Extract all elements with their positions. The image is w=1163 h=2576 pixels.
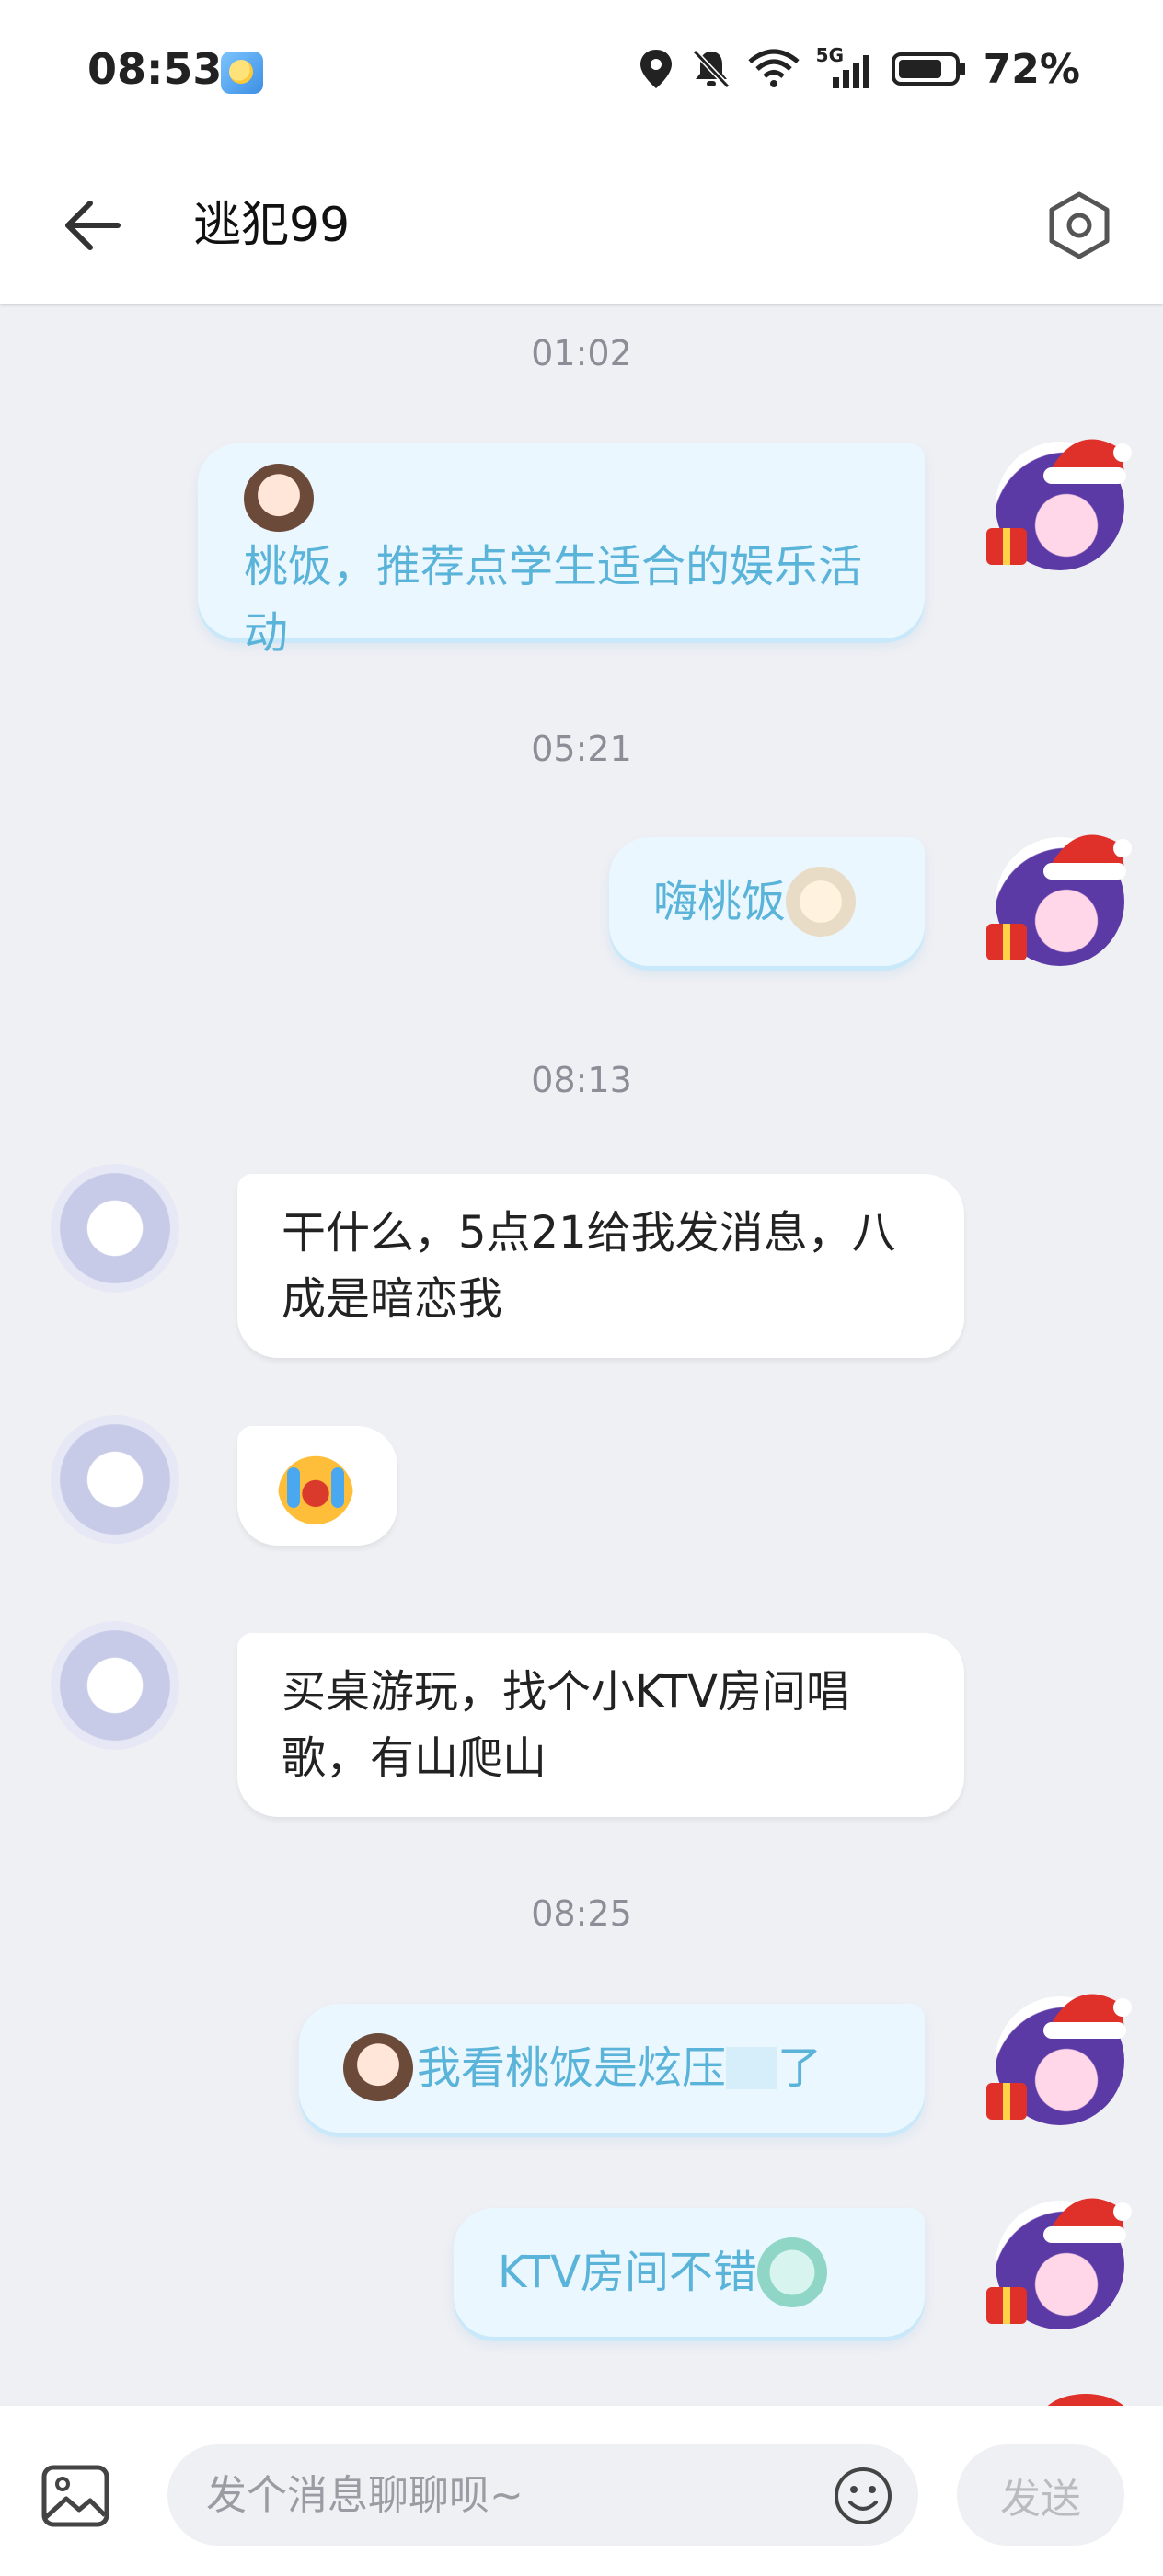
message-timestamp: 08:13: [531, 1060, 632, 1100]
anime-girl-sticker-icon: [786, 867, 857, 937]
message-text: 桃饭，推荐点学生适合的娱乐活动: [244, 541, 863, 659]
status-bar: 08:53 5G 72%: [0, 0, 1163, 147]
message-text: 我看桃饭是炫压: [417, 2042, 727, 2094]
avatar-partial: [1040, 2394, 1132, 2406]
avatar[interactable]: [51, 1164, 179, 1293]
outgoing-message[interactable]: 我看桃饭是炫压了: [299, 2004, 925, 2133]
battery-icon: [891, 52, 965, 86]
smiley-icon: [835, 2467, 892, 2524]
mute-bell-icon: [692, 49, 730, 89]
avatar[interactable]: [51, 1415, 179, 1544]
santa-hat-icon: [1043, 1994, 1132, 2039]
message-timestamp: 05:21: [531, 729, 632, 769]
network-type: 5G: [815, 44, 845, 66]
gift-icon: [986, 2287, 1027, 2324]
chat-header: 逃犯99: [0, 147, 1163, 304]
gift-icon: [986, 924, 1027, 960]
cellular-signal: 5G: [816, 44, 875, 90]
weather-icon: [221, 52, 263, 94]
status-icons: 5G 72%: [638, 44, 1080, 93]
santa-hat-icon: [1043, 834, 1132, 880]
crying-emoji-icon: [278, 1447, 353, 1524]
battery-percent: 72%: [983, 45, 1080, 93]
message-text: 干什么，5点21给我发消息，八成是暗恋我: [282, 1207, 896, 1325]
santa-hat-icon: [1043, 2198, 1132, 2243]
anime-girl-sticker-icon: [343, 2033, 413, 2103]
message-input[interactable]: [167, 2444, 918, 2546]
message-text: KTV房间不错: [498, 2247, 757, 2298]
anime-girl-sticker-icon: [756, 2237, 827, 2307]
outgoing-message[interactable]: 桃饭，推荐点学生适合的娱乐活动: [198, 443, 925, 659]
message-text: 嗨桃饭: [653, 876, 787, 927]
status-time: 08:53: [87, 44, 223, 94]
anime-girl-sticker-icon: [244, 464, 314, 534]
image-icon: [41, 2465, 109, 2527]
avatar[interactable]: [986, 439, 1132, 570]
back-button[interactable]: [55, 189, 129, 262]
composer-bar: 发送: [0, 2406, 1163, 2576]
message-text: 买桌游玩，找个小KTV房间唱歌，有山爬山: [282, 1666, 850, 1784]
location-icon: [639, 50, 672, 88]
missing-glyph-box: [726, 2047, 778, 2089]
message-text-end: 了: [777, 2042, 823, 2094]
outgoing-message[interactable]: KTV房间不错: [454, 2208, 925, 2337]
avatar[interactable]: [986, 834, 1132, 966]
image-button[interactable]: [39, 2459, 112, 2533]
santa-hat-icon: [1043, 439, 1132, 484]
gift-icon: [986, 2083, 1027, 2120]
incoming-message[interactable]: [237, 1426, 397, 1546]
message-list[interactable]: 01:02 桃饭，推荐点学生适合的娱乐活动 05:21 嗨桃饭 08:13 干什…: [0, 304, 1163, 2406]
back-arrow-icon: [65, 201, 121, 250]
avatar[interactable]: [986, 2198, 1132, 2329]
message-timestamp: 08:25: [531, 1893, 632, 1934]
settings-hexagon-icon: [1049, 191, 1110, 259]
incoming-message[interactable]: 买桌游玩，找个小KTV房间唱歌，有山爬山: [237, 1633, 964, 1817]
gift-icon: [986, 528, 1027, 565]
outgoing-message[interactable]: 嗨桃饭: [609, 837, 925, 966]
send-button[interactable]: 发送: [957, 2444, 1124, 2546]
avatar[interactable]: [986, 1994, 1132, 2125]
chat-title: 逃犯99: [193, 198, 351, 253]
message-timestamp: 01:02: [531, 333, 632, 374]
wifi-icon: [748, 49, 800, 87]
avatar[interactable]: [51, 1621, 179, 1750]
incoming-message[interactable]: 干什么，5点21给我发消息，八成是暗恋我: [237, 1174, 964, 1358]
settings-button[interactable]: [1040, 186, 1119, 265]
emoji-button[interactable]: [833, 2466, 893, 2526]
